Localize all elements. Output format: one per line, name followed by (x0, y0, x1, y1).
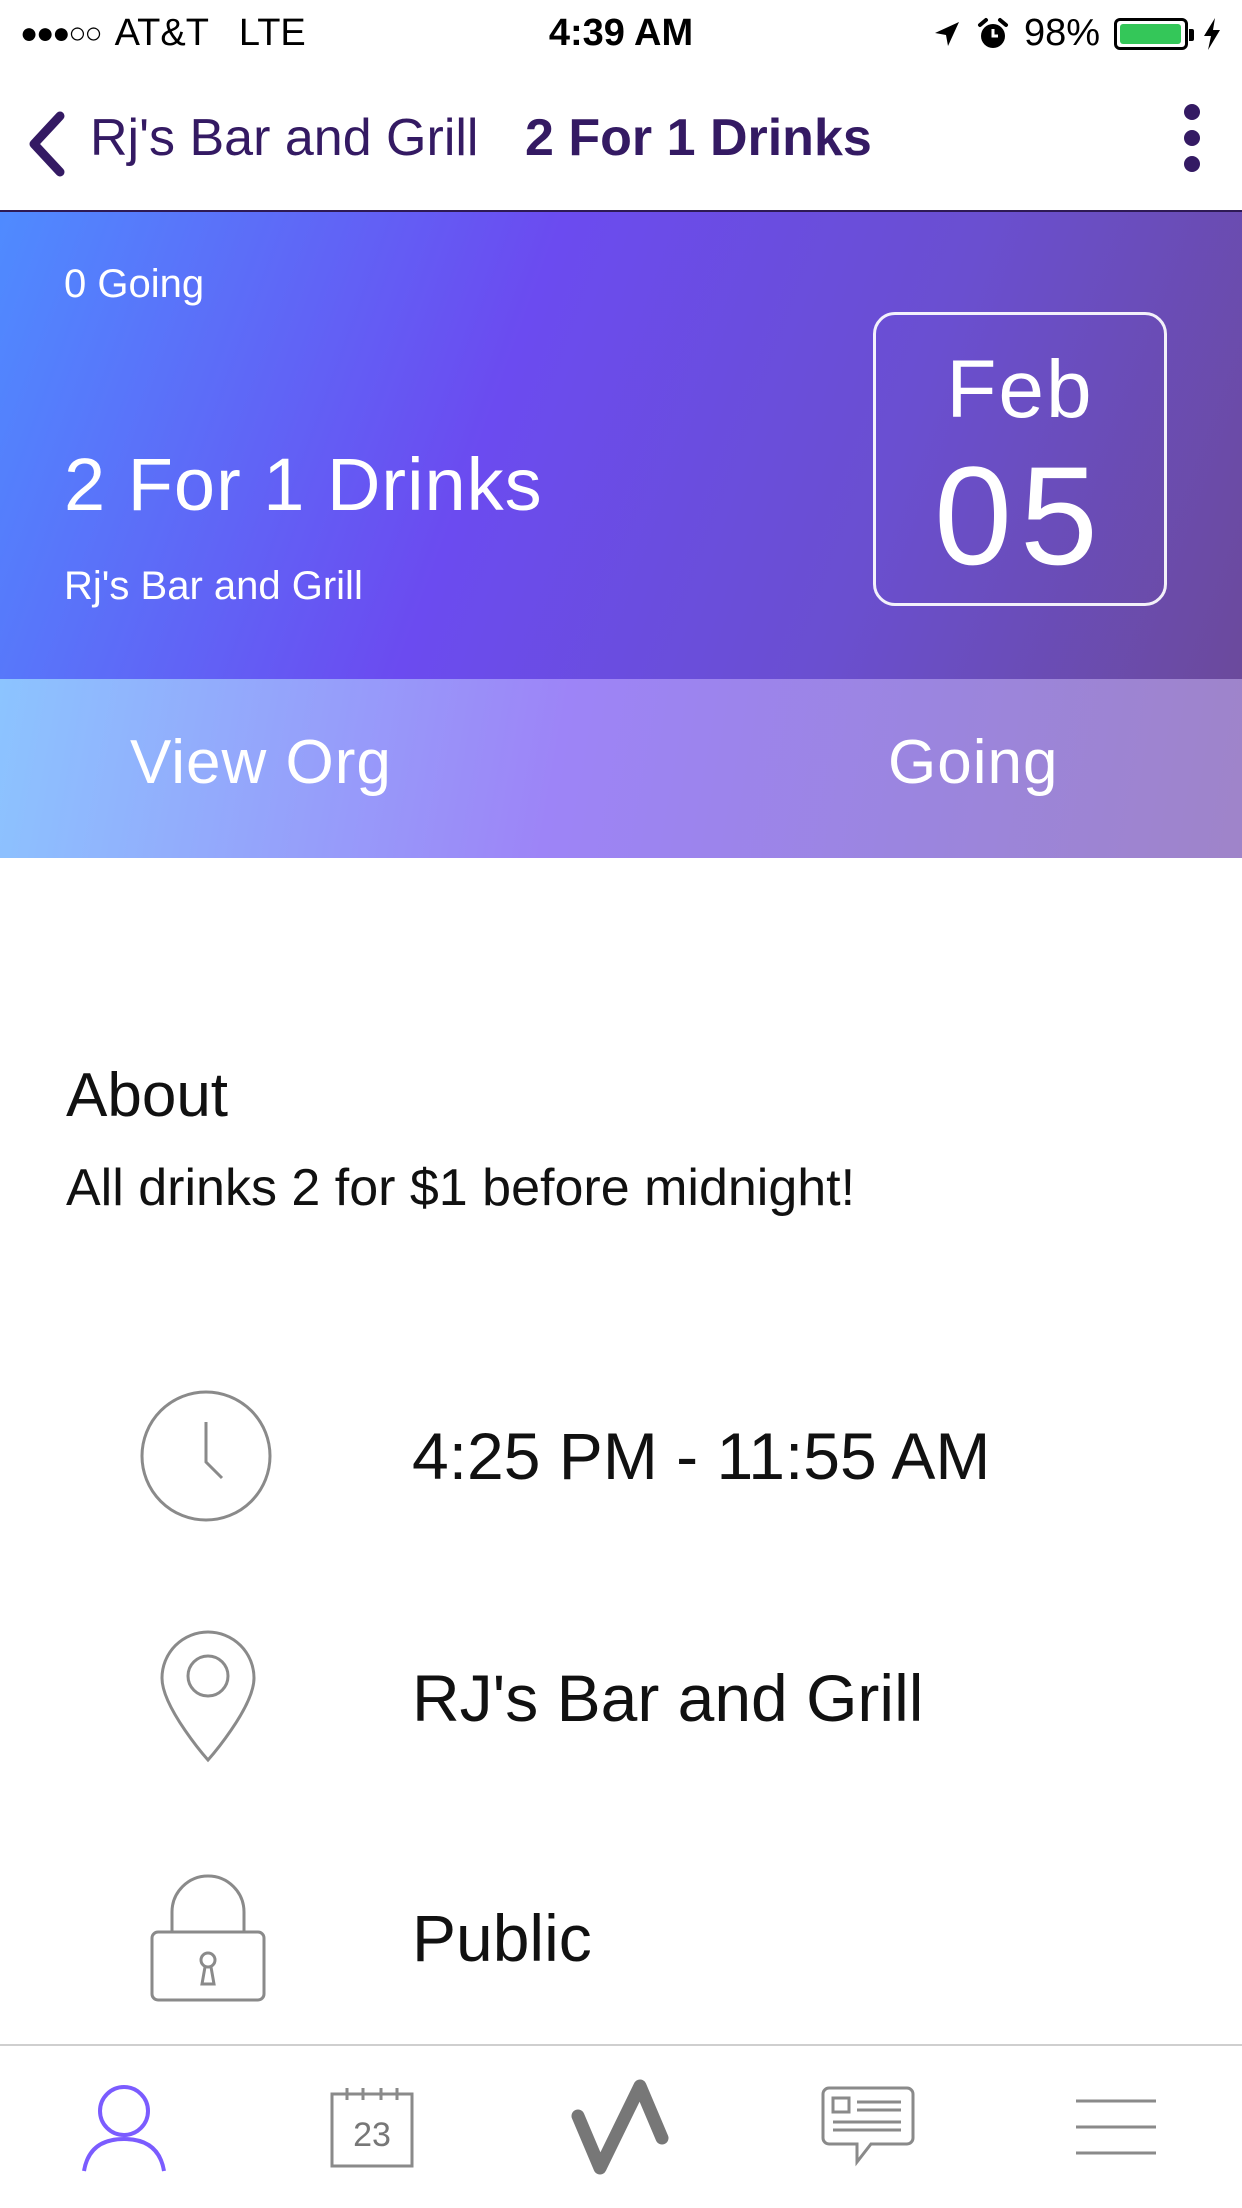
date-badge: Feb 05 (873, 312, 1167, 606)
event-org-name: Rj's Bar and Grill (64, 564, 363, 608)
map-pin-icon (160, 1630, 256, 1763)
date-month: Feb (946, 344, 1094, 435)
clock-icon (140, 1390, 272, 1522)
tab-calendar[interactable]: 23 (248, 2046, 496, 2208)
activity-icon (571, 2079, 669, 2175)
calendar-day-number: 23 (353, 2116, 391, 2154)
tab-bar: 23 (0, 2044, 1242, 2208)
status-bar: ●●●○○ AT&T LTE 4:39 AM 98% (0, 0, 1242, 68)
going-count: 0 Going (64, 262, 205, 306)
event-hero: 0 Going 2 For 1 Drinks Rj's Bar and Gril… (0, 212, 1242, 679)
status-right: 98% (932, 12, 1222, 55)
tab-profile[interactable] (0, 2046, 248, 2208)
chevron-left-icon[interactable] (22, 110, 70, 178)
menu-icon (1076, 2099, 1156, 2155)
navigation-bar: Rj's Bar and Grill 2 For 1 Drinks (0, 68, 1242, 212)
battery-percent: 98% (1023, 12, 1100, 54)
back-button-label[interactable]: Rj's Bar and Grill (90, 108, 478, 168)
tab-messages[interactable] (744, 2046, 992, 2208)
user-icon (82, 2085, 166, 2172)
about-heading: About (66, 1061, 229, 1130)
more-vertical-icon[interactable] (1180, 102, 1204, 174)
tab-feed[interactable] (496, 2046, 744, 2208)
tab-menu[interactable] (992, 2046, 1240, 2208)
battery-fill (1120, 23, 1181, 44)
going-button[interactable]: Going (888, 727, 1058, 798)
location-arrow-icon (934, 21, 959, 46)
action-bar: View Org Going (0, 679, 1242, 858)
event-title: 2 For 1 Drinks (64, 443, 543, 526)
calendar-icon: 23 (330, 2088, 414, 2168)
about-text: All drinks 2 for $1 before midnight! (66, 1159, 856, 1217)
lock-icon (150, 1874, 266, 2002)
page-title: 2 For 1 Drinks (525, 109, 872, 167)
event-location: RJ's Bar and Grill (412, 1661, 924, 1735)
message-icon (821, 2086, 915, 2167)
battery-icon (1114, 17, 1194, 50)
bolt-icon (1204, 17, 1220, 50)
event-time: 4:25 PM - 11:55 AM (412, 1419, 991, 1493)
event-privacy: Public (412, 1901, 592, 1975)
view-org-button[interactable]: View Org (130, 727, 392, 798)
alarm-icon (977, 17, 1008, 48)
date-day: 05 (934, 437, 1106, 594)
